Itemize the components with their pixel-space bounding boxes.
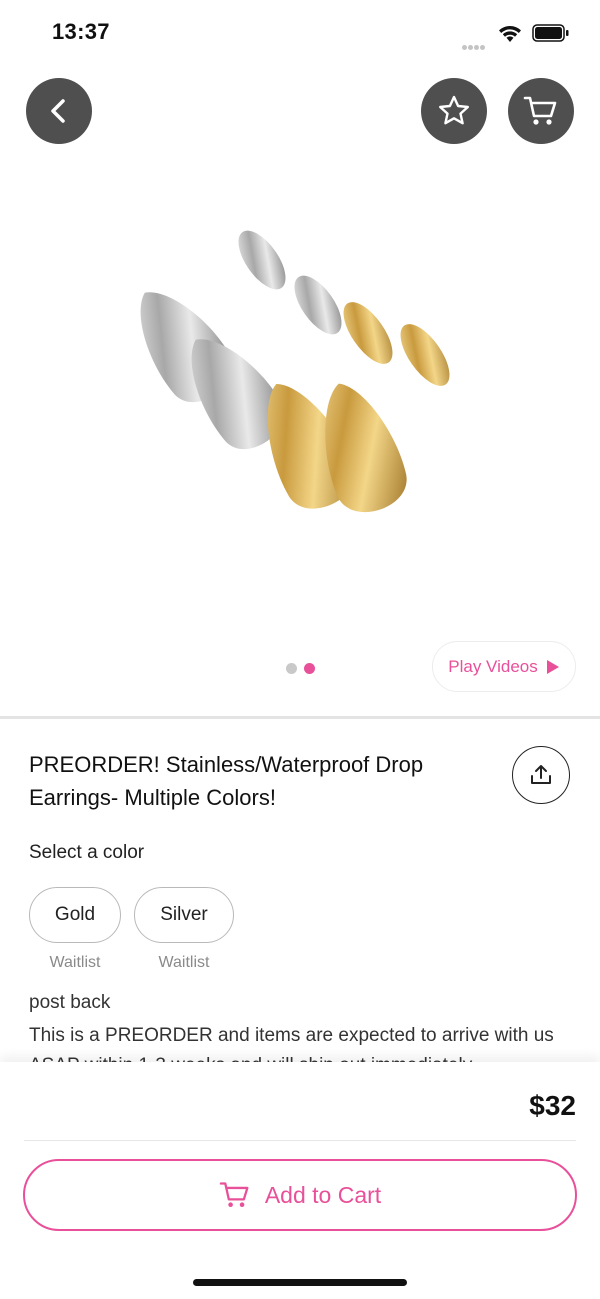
battery-icon [532,24,569,42]
waitlist-label-gold: Waitlist [49,954,101,971]
description-heading: post back [29,992,111,1013]
play-icon [546,659,559,674]
play-videos-button[interactable]: Play Videos [432,641,576,692]
panel-divider [24,1140,576,1141]
cart-icon [523,96,557,125]
status-bar: 13:37 [0,0,600,66]
wifi-icon [499,26,521,42]
checkout-panel: $32 Add to Cart [0,1062,600,1299]
color-option-gold[interactable]: Gold [29,887,121,943]
product-photo[interactable] [0,160,600,640]
star-icon [439,95,469,125]
product-title: PREORDER! Stainless/Waterproof Drop Earr… [29,752,424,810]
color-option-silver[interactable]: Silver [134,887,234,943]
select-color-label: Select a color [29,842,145,863]
cart-icon [219,1182,249,1207]
section-divider [0,716,600,719]
chevron-left-icon [51,99,65,123]
add-to-cart-button[interactable]: Add to Cart [23,1159,577,1231]
product-description: This is a PREORDER and items are expecte… [29,1025,554,1065]
home-indicator [193,1279,407,1286]
price: $32 [529,1090,576,1121]
cart-button[interactable] [508,78,574,144]
add-to-cart-label: Add to Cart [264,1181,382,1208]
signal-dots-icon [462,37,486,55]
waitlist-label-silver: Waitlist [158,954,210,971]
back-button[interactable] [26,78,92,144]
status-time: 13:37 [52,19,110,44]
share-button[interactable] [512,746,570,804]
favorite-button[interactable] [421,78,487,144]
pager-dot-active[interactable] [304,663,315,674]
pager-dot[interactable] [286,663,297,674]
play-videos-label: Play Videos [448,656,538,676]
share-icon [531,765,551,784]
image-pager [286,661,322,679]
